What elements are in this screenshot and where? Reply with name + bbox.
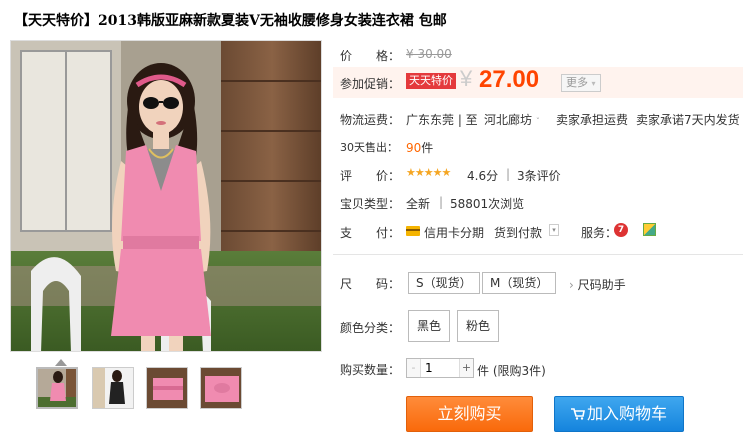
rating-label: 评 价： [340, 169, 401, 183]
item-type-label: 宝贝类型： [340, 197, 401, 211]
buy-now-button[interactable]: 立刻购买 [406, 396, 533, 432]
more-promos-button[interactable]: 更多 ▾ [561, 74, 601, 92]
color-label: 颜色分类： [340, 321, 401, 335]
chevron-down-icon: ˇ [535, 117, 540, 126]
rating-score: 4.6分 [467, 169, 499, 183]
shipping-from: 广东东莞 | 至 [406, 113, 478, 127]
payment-label: 支 付： [340, 226, 401, 240]
shipping-fee: 卖家承担运费 [556, 113, 629, 127]
review-count-link[interactable]: 3条评价 [517, 167, 561, 184]
thumbnail-3[interactable] [146, 367, 188, 409]
add-to-cart-button[interactable]: 加入购物车 [554, 396, 684, 432]
quantity-plus-button[interactable]: + [459, 359, 473, 377]
quantity-unit: 件 (限购3件) [477, 364, 546, 378]
size-option-s[interactable]: S（现货） [408, 272, 480, 294]
promo-label: 参加促销： [340, 77, 401, 91]
credit-installment[interactable]: 信用卡分期 [424, 224, 484, 241]
thumbnail-1[interactable] [36, 367, 78, 409]
rating-stars-icon: ★★★★★ [406, 166, 451, 179]
add-to-cart-label: 加入购物车 [586, 404, 667, 423]
currency-symbol: ¥ [460, 66, 473, 91]
quantity-minus-button[interactable]: - [407, 359, 421, 377]
quantity-stepper: - + [406, 358, 474, 378]
sales-label: 30天售出： [340, 141, 398, 154]
size-helper-link[interactable]: › 尺码助手 [569, 276, 626, 293]
cart-icon [570, 398, 585, 420]
promo-tag: 天天特价 [406, 73, 456, 89]
sales-count: 90 [406, 141, 422, 155]
thumbnail-2[interactable] [92, 367, 134, 409]
size-label: 尺 码： [340, 277, 401, 291]
shipping-promise: 卖家承诺7天内发货 [636, 113, 740, 127]
color-option-pink[interactable]: 粉色 [457, 310, 500, 342]
sales-unit: 件 [421, 141, 434, 155]
chevron-down-icon: ▾ [591, 79, 596, 88]
chevron-right-icon: › [569, 278, 574, 292]
sales-count-wrap: 90件 [406, 139, 433, 156]
shipping-destination[interactable]: 河北廊坊 ˇ [484, 111, 540, 128]
service-label: 服务： [581, 226, 618, 240]
shipping-destination-label: 河北廊坊 [484, 113, 533, 127]
quantity-label: 购买数量： [340, 363, 401, 377]
view-count: 58801次浏览 [450, 197, 525, 211]
product-title: 【天天特价】2013韩版亚麻新款夏装V无袖收腰修身女装连衣裙 包邮 [14, 13, 447, 29]
chevron-down-icon[interactable]: ▾ [549, 224, 559, 236]
rating-separator: | [506, 167, 511, 181]
shipping-label: 物流运费： [340, 113, 401, 127]
more-label: 更多 [566, 76, 588, 89]
size-option-m[interactable]: M（现货） [482, 272, 557, 294]
item-condition: 全新 [406, 197, 431, 211]
credit-card-icon [406, 226, 420, 236]
item-type-separator: | [439, 195, 444, 209]
product-main-image[interactable] [10, 40, 322, 352]
thumbnail-4[interactable] [200, 367, 242, 409]
thumbnail-pointer [55, 359, 67, 366]
size-helper-label: 尺码助手 [577, 278, 626, 292]
color-option-black[interactable]: 黑色 [408, 310, 451, 342]
service-badge-icon[interactable]: 7 [614, 223, 628, 237]
cash-on-delivery[interactable]: 货到付款 [494, 224, 542, 241]
quantity-input[interactable] [422, 359, 459, 377]
section-divider [333, 254, 743, 255]
promo-price: 27.00 [479, 66, 540, 93]
price-label: 价 格： [340, 49, 401, 63]
consumer-protection-icon[interactable] [643, 223, 656, 236]
original-price: ¥ 30.00 [406, 47, 452, 61]
